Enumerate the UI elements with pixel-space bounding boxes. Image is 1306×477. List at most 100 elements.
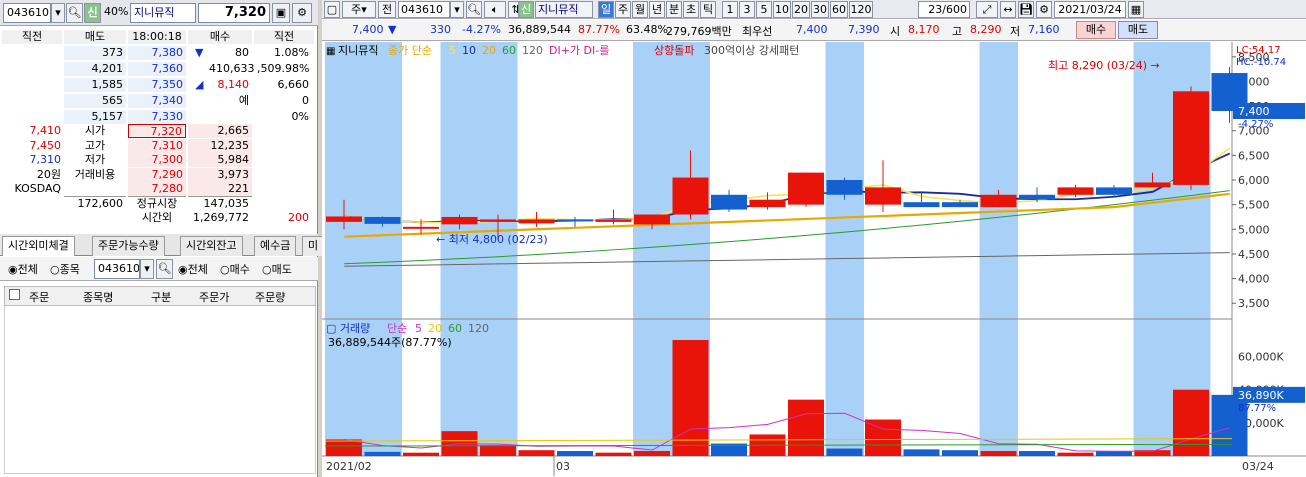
stock-chart[interactable]: 8,5008,0007,5007,0006,5006,0005,5005,000…	[322, 42, 1306, 477]
chart-type-label: 주	[351, 3, 362, 16]
bid-price[interactable]: 7,290	[128, 167, 186, 182]
current-price-tag-label: 7,400	[1238, 105, 1270, 118]
bid-side-value: KOSDAQ	[14, 182, 61, 195]
sell-button[interactable]: 매도	[1118, 21, 1158, 39]
legend-ma-label: 종가 단순	[388, 44, 432, 57]
chevron-down-icon[interactable]: ▾	[450, 1, 464, 18]
calendar-icon[interactable]: ▦	[1128, 1, 1144, 18]
tab-after-hours-balance[interactable]: 시간외잔고	[180, 236, 243, 256]
bid-price[interactable]: 7,300	[128, 153, 186, 167]
volume-bar	[518, 450, 555, 456]
bid-price[interactable]: 7,320	[128, 124, 186, 138]
lc-label: LC:54.17	[1236, 45, 1281, 56]
interval-button[interactable]: 60	[830, 1, 848, 18]
time-band	[440, 42, 518, 456]
save-icon[interactable]: 💾︎	[1018, 1, 1034, 18]
chart-stock-name: 지니뮤직	[535, 1, 593, 18]
buy-button[interactable]: 매수	[1076, 21, 1116, 39]
candle-body	[826, 180, 863, 195]
candle-body	[711, 194, 747, 210]
bid-side-label: 시가	[84, 124, 106, 137]
gear-icon[interactable]: ⚙	[292, 3, 312, 23]
volume-bar	[403, 452, 439, 456]
price-info-bar: 7,400 ▼ 330 -4.27% 36,889,544 87.77% 63.…	[322, 20, 1306, 41]
chart-type-select[interactable]: 주▾	[342, 1, 376, 18]
layout-icon[interactable]: ▢	[324, 1, 340, 18]
chart-code-input[interactable]: 043610	[398, 1, 450, 18]
interval-button[interactable]: 30	[811, 1, 829, 18]
radio-all-2[interactable]: ◉전체	[178, 261, 208, 277]
prev-button[interactable]: 전	[378, 1, 396, 18]
interval-button[interactable]: 20	[792, 1, 810, 18]
x-label: 03	[556, 460, 570, 473]
chart-toggle-icon[interactable]: ▣	[272, 3, 290, 23]
count-input[interactable]: 23/600	[918, 1, 970, 18]
interval-button[interactable]: 10	[773, 1, 791, 18]
bid-price[interactable]: 7,280	[128, 182, 186, 196]
tab-after-hours-unfilled[interactable]: 시간외미체결	[2, 236, 75, 256]
period-button[interactable]: 초	[683, 1, 699, 18]
tab-orderable-qty[interactable]: 주문가능수량	[92, 236, 165, 256]
ask-info: 8,140	[217, 78, 250, 91]
x-axis-bg	[322, 456, 1232, 477]
candle-body	[672, 177, 709, 215]
best-bid: 7,390	[848, 23, 880, 36]
fit-icon[interactable]: ↔	[1000, 1, 1016, 18]
chevron-down-icon[interactable]: ▾	[140, 259, 154, 279]
down-arrow-icon: ▼	[388, 23, 397, 36]
tab-deposit[interactable]: 예수금	[254, 236, 297, 256]
period-button[interactable]: 주	[615, 1, 631, 18]
period-button[interactable]: 년	[649, 1, 665, 18]
bid-price[interactable]: 7,310	[128, 138, 186, 153]
search-icon[interactable]: 🔍︎	[156, 259, 173, 279]
header-ask: 매도	[64, 30, 126, 44]
volume-bar	[903, 449, 940, 456]
date-input[interactable]: 2021/03/24	[1054, 1, 1126, 18]
price-tick-label: 3,500	[1238, 297, 1270, 310]
radio-item[interactable]: ○종목	[50, 261, 80, 277]
order-filter-bar: ◉전체 ○종목 043610 ▾ 🔍︎ ◉전체 ○매수 ○매도	[0, 257, 318, 281]
tab-more[interactable]: 미	[302, 236, 325, 256]
chart-menu-icon: ▦	[326, 46, 335, 57]
volume-bar	[1173, 389, 1209, 456]
stock-code-input[interactable]: 043610	[3, 3, 51, 23]
radio-sell[interactable]: ○매도	[262, 261, 292, 277]
chevron-down-icon[interactable]: ▾	[51, 3, 65, 23]
zoom-icon[interactable]: ⤢	[976, 1, 998, 18]
interval-button[interactable]: 5	[756, 1, 772, 18]
candle-body	[1134, 182, 1171, 188]
ask-info-mark: ▼	[195, 46, 204, 59]
ask-price[interactable]: 7,330	[128, 110, 186, 124]
search-icon[interactable]: 🔍︎	[66, 3, 83, 23]
interval-button[interactable]: 120	[849, 1, 873, 18]
interval-button[interactable]: 3	[739, 1, 755, 18]
candle-body	[865, 187, 901, 205]
gear-icon[interactable]: ⚙	[1036, 1, 1052, 18]
filter-code-input[interactable]: 043610	[94, 259, 140, 279]
period-button[interactable]: 틱	[700, 1, 716, 18]
select-all-checkbox[interactable]	[9, 289, 20, 300]
ask-price[interactable]: 7,380	[128, 46, 186, 60]
ask-price[interactable]: 7,350	[128, 78, 186, 92]
price-tick-label: 4,000	[1238, 273, 1270, 286]
order-table-header: 주문 종목명 구분 주문가 주문량	[4, 286, 316, 306]
ask-price[interactable]: 7,340	[128, 94, 186, 108]
stock-name: 지니뮤직	[130, 3, 196, 23]
period-button[interactable]: 분	[666, 1, 682, 18]
candle-body	[788, 172, 824, 205]
radio-buy[interactable]: ○매수	[220, 261, 250, 277]
volume-bar	[672, 340, 709, 456]
interval-button[interactable]: 1	[722, 1, 738, 18]
radio-all[interactable]: ◉전체	[8, 261, 38, 277]
volume-tag-label: 36,890K	[1238, 389, 1284, 402]
info-vol-pct: 87.77%	[578, 23, 620, 36]
period-button[interactable]: 월	[632, 1, 648, 18]
count-value: 23	[928, 3, 943, 16]
radio-sell-label: 매도	[271, 263, 292, 276]
ask-price[interactable]: 7,360	[128, 62, 186, 76]
bid-side-label: 저가	[84, 153, 106, 166]
period-button[interactable]: 일	[598, 1, 614, 18]
speaker-icon[interactable]: 🔈︎	[484, 1, 506, 18]
price-tick-label: 4,500	[1238, 248, 1270, 261]
search-icon[interactable]: 🔍︎	[466, 1, 482, 18]
